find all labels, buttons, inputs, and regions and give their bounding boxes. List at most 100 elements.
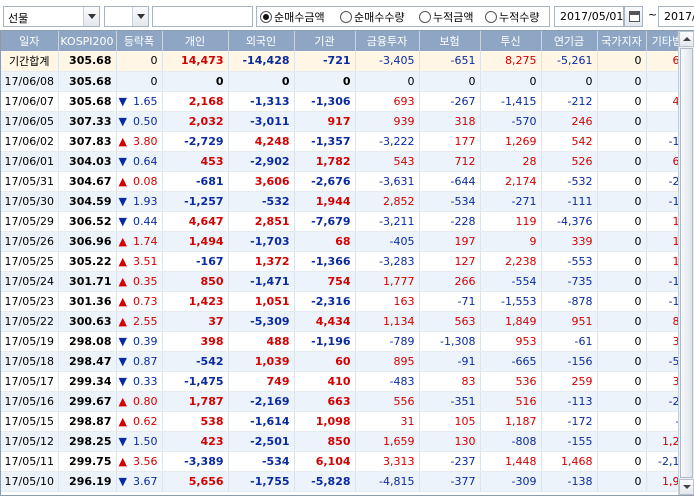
- fin-invest-cell: 3,313: [355, 451, 420, 472]
- insurance-cell: -651: [419, 51, 481, 72]
- institution-cell: 410: [294, 371, 356, 392]
- table-row[interactable]: 17/06/05 307.33 ▼ 0.50 2,032 -3,011 917 939 318-…: [1, 111, 694, 132]
- individual-cell: 2,032: [162, 111, 229, 132]
- foreign-cell: 488: [228, 331, 295, 352]
- column-header[interactable]: 등락폭: [116, 31, 163, 51]
- fin-invest-cell: 2,852: [355, 191, 420, 212]
- change-value: 0.73: [133, 294, 158, 308]
- scroll-up-arrow-icon[interactable]: [679, 31, 694, 47]
- table-row[interactable]: 17/05/31 304.67 ▲ 0.08 -681 3,606 -2,676 -3,631…: [1, 171, 694, 192]
- column-header[interactable]: 기관: [294, 31, 356, 51]
- change-cell: ▼ 1.93: [116, 191, 163, 212]
- table-row[interactable]: 17/05/29 306.52 ▼ 0.44 4,647 2,851 -7,679 -3,21…: [1, 211, 694, 232]
- institution-cell: 754: [294, 271, 356, 292]
- fin-invest-cell: -4,815: [355, 471, 420, 492]
- table-row[interactable]: 17/05/25 305.22 ▲ 3.51 -167 1,372 -1,366 -3,283…: [1, 251, 694, 272]
- kospi200-cell: 298.87: [58, 411, 117, 432]
- institution-cell: 4,434: [294, 311, 356, 332]
- column-header[interactable]: 일자: [1, 31, 59, 51]
- table-row[interactable]: 17/05/17 299.34 ▼ 0.33 -1,475 749 410 -483 83 536…: [1, 371, 694, 392]
- column-header[interactable]: 투신: [480, 31, 542, 51]
- table-row[interactable]: 17/05/10 296.19 ▼ 3.67 5,656 -1,755 -5,828 -4,8…: [1, 471, 694, 492]
- foreign-cell: -3,011: [228, 111, 295, 132]
- change-cell: ▲ 2.55: [116, 311, 163, 332]
- summary-row[interactable]: 기간합계 305.68 0 14,473 -14,428 -721 -3,405 -651 8,…: [1, 51, 694, 72]
- date-cell: 17/05/15: [1, 411, 59, 432]
- table-row[interactable]: 17/05/23 301.36 ▲ 0.73 1,423 1,051 -2,316 163 -7…: [1, 291, 694, 312]
- change-value: 3.56: [133, 454, 158, 468]
- column-header[interactable]: 외국인: [228, 31, 295, 51]
- radio-net-buy-amount[interactable]: 순매수금액: [260, 9, 325, 25]
- table-row[interactable]: 17/05/16 299.67 ▲ 0.80 1,787 -2,169 663 556 -351…: [1, 391, 694, 412]
- column-header[interactable]: 개인: [162, 31, 229, 51]
- radio-label: 순매수금액: [274, 11, 325, 24]
- table-row[interactable]: 17/05/22 300.63 ▲ 2.55 37 -5,309 4,434 1,134 563…: [1, 311, 694, 332]
- date-from-input[interactable]: 2017/05/01: [554, 6, 624, 27]
- trust-cell: 28: [480, 151, 542, 172]
- date-cell: 17/05/25: [1, 251, 59, 272]
- government-cell: 0: [597, 391, 647, 412]
- table-row[interactable]: 17/05/24 301.71 ▲ 0.35 850 -1,471 754 1,777 266-…: [1, 271, 694, 292]
- market-select[interactable]: 선물: [3, 6, 100, 27]
- pension-cell: 246: [541, 111, 598, 132]
- change-cell: ▼ 0.50: [116, 111, 163, 132]
- table-row[interactable]: 17/05/26 306.96 ▲ 1.74 1,494 -1,703 68 -405 197 9…: [1, 231, 694, 252]
- institution-cell: 6,104: [294, 451, 356, 472]
- radio-cumulative-quantity[interactable]: 누적수량: [485, 9, 539, 25]
- radio-cumulative-amount[interactable]: 누적금액: [419, 9, 473, 25]
- table-row[interactable]: 17/05/12 298.25 ▼ 1.50 423 -2,501 850 1,659 130-…: [1, 431, 694, 452]
- table-row[interactable]: 17/06/01 304.03 ▼ 0.64 453 -2,902 1,782 543 712 2…: [1, 151, 694, 172]
- column-header[interactable]: 연기금: [541, 31, 598, 51]
- change-cell: 0: [116, 51, 163, 72]
- institution-cell: 1,944: [294, 191, 356, 212]
- table-row[interactable]: 17/06/02 307.83 ▲ 3.80 -2,729 4,248 -1,357 -3,2…: [1, 131, 694, 152]
- government-cell: 0: [597, 271, 647, 292]
- pension-cell: -4,376: [541, 211, 598, 232]
- date-to-input[interactable]: 2017/06/: [658, 6, 694, 27]
- chevron-down-icon[interactable]: [83, 7, 99, 26]
- kospi200-cell: 305.68: [58, 51, 117, 72]
- kospi200-cell: 299.75: [58, 451, 117, 472]
- search-input[interactable]: [152, 6, 253, 27]
- table-row[interactable]: 17/06/08305.680000000000: [1, 71, 694, 92]
- government-cell: 0: [597, 111, 647, 132]
- fin-invest-cell: 895: [355, 351, 420, 372]
- change-value: 0: [150, 54, 158, 68]
- table-row[interactable]: 17/06/07 305.68 ▼ 1.65 2,168 -1,313 -1,306 693-…: [1, 91, 694, 112]
- foreign-cell: 1,039: [228, 351, 295, 372]
- column-header[interactable]: KOSPI200: [58, 31, 117, 51]
- change-value: 0.87: [133, 354, 158, 368]
- foreign-cell: -2,169: [228, 391, 295, 412]
- radio-net-buy-quantity[interactable]: 순매수수량: [340, 9, 405, 25]
- pension-cell: -172: [541, 411, 598, 432]
- insurance-cell: -534: [419, 191, 481, 212]
- change-value: 3.51: [133, 254, 158, 268]
- column-header[interactable]: 보험: [419, 31, 481, 51]
- government-cell: 0: [597, 191, 647, 212]
- table-row[interactable]: 17/05/30 304.59 ▼ 1.93 -1,257 -532 1,944 2,852-…: [1, 191, 694, 212]
- table-row[interactable]: 17/05/18 298.47 ▼ 0.87 -542 1,039 60 895 -91 -665…: [1, 351, 694, 372]
- vertical-scrollbar[interactable]: [678, 31, 694, 495]
- display-mode-radio-group: 순매수금액 순매수수량 누적금액 누적수량: [256, 6, 550, 27]
- column-header[interactable]: 금융투자: [355, 31, 420, 51]
- date-cell: 17/06/01: [1, 151, 59, 172]
- scroll-thumb[interactable]: [680, 48, 693, 478]
- code-select[interactable]: [104, 6, 149, 27]
- column-header[interactable]: 국가지자: [597, 31, 647, 51]
- radio-unselected-icon: [419, 11, 431, 23]
- calendar-button[interactable]: [624, 6, 643, 27]
- trust-cell: -1,415: [480, 91, 542, 112]
- kospi200-cell: 305.68: [58, 71, 117, 92]
- table-row[interactable]: 17/05/19 298.08 ▼ 0.39 398 488 -1,196 -789 -1,30…: [1, 331, 694, 352]
- insurance-cell: -644: [419, 171, 481, 192]
- insurance-cell: -228: [419, 211, 481, 232]
- table-row[interactable]: 17/05/15 298.87 ▲ 0.62 538 -1,614 1,098 31 105 1,…: [1, 411, 694, 432]
- table-row[interactable]: 17/05/11 299.75 ▲ 3.56 -3,389 -534 6,104 3,313-…: [1, 451, 694, 472]
- government-cell: 0: [597, 431, 647, 452]
- up-triangle-icon: ▲: [118, 134, 127, 148]
- scroll-down-arrow-icon[interactable]: [679, 479, 694, 495]
- change-value: 0: [150, 74, 158, 88]
- chevron-down-icon[interactable]: [132, 7, 148, 26]
- individual-cell: 398: [162, 331, 229, 352]
- insurance-cell: 127: [419, 251, 481, 272]
